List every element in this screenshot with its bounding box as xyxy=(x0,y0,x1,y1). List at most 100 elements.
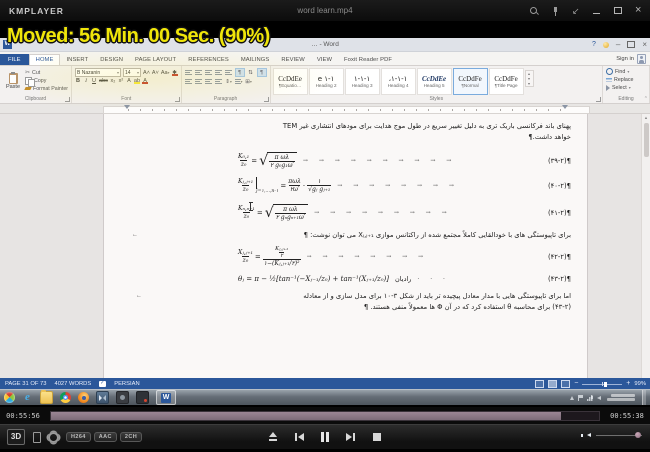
file-explorer-icon xyxy=(40,391,53,404)
scroll-thumb xyxy=(644,123,649,157)
style-normal: CcDdFe ¶Normal xyxy=(453,68,488,95)
word-window: W … - Word ? – × FILE HOME INSERT DESIGN… xyxy=(0,38,650,390)
tab-file: FILE xyxy=(0,54,29,65)
grow-font-icon: A˄ xyxy=(143,70,150,76)
style-heading5: CcDdEe Heading 5 xyxy=(417,68,452,95)
line-spacing-icon: ⇕▾ xyxy=(225,78,233,85)
internet-explorer-icon: e xyxy=(22,392,33,403)
document-canvas: پهنای باند فرکانسی باریک تری به دلیل تغی… xyxy=(0,114,650,378)
desktop-in-video: W … - Word ? – × FILE HOME INSERT DESIGN… xyxy=(0,38,650,405)
paste-button: Paste xyxy=(3,68,23,95)
font-color-button: A xyxy=(142,78,148,84)
indent-marker xyxy=(562,105,568,109)
select-icon xyxy=(606,85,610,91)
equation-43: θⱼ = π − ½[tan⁻¹(−Xⱼ₋₁/z₀) + tan⁻¹(Xⱼ₊₁/… xyxy=(238,275,571,283)
volume-tray-icon xyxy=(597,396,601,400)
system-tray xyxy=(570,390,646,405)
select-button: Select▾ xyxy=(606,84,646,91)
equation-40: Kⱼ,ⱼ₊₁z₀ j=۱,…,n-۱ = πωλ۲ω′ · ۱√gⱼ gⱼ₊₁ … xyxy=(238,177,571,194)
styles-gallery-scroll: ▴▾▾ xyxy=(525,70,534,87)
open-eject-button[interactable] xyxy=(267,431,279,443)
styles-group: CcDdEe ¶Equatio… e ۱-۱ Heading 2 ۱-۱-۱ H… xyxy=(271,66,603,103)
next-button[interactable] xyxy=(345,431,357,443)
tab-insert: INSERT xyxy=(60,55,94,65)
scroll-up-icon: ▲ xyxy=(642,114,650,122)
style-heading4: ،۱-۱-۱ Heading 4 xyxy=(381,68,416,95)
chrome-icon xyxy=(60,392,71,403)
maximize-icon[interactable] xyxy=(613,6,623,16)
align-left-icon xyxy=(205,78,213,85)
tab-design: DESIGN xyxy=(94,55,129,65)
numbering-icon xyxy=(195,69,203,76)
equation-41: Kₙ,ₙ₊₁z₀ = √ π ωλ۲ gₙgₙ₊₁ω′ → → → → → → … xyxy=(238,204,571,221)
document-page: پهنای باند فرکانسی باریک تری به دلیل تغی… xyxy=(103,114,588,378)
search-icon[interactable] xyxy=(529,6,539,16)
user-avatar-icon xyxy=(637,54,646,64)
volume-knob[interactable] xyxy=(635,432,641,438)
volume-slider[interactable] xyxy=(596,435,642,436)
decrease-indent-icon xyxy=(215,69,223,76)
space-marks: · · · xyxy=(417,276,542,283)
previous-button[interactable] xyxy=(293,431,305,443)
hidden-icons-icon xyxy=(570,396,574,400)
paste-icon xyxy=(9,73,18,84)
format-painter-icon xyxy=(24,87,31,90)
borders-icon: ⊞▾ xyxy=(245,78,253,85)
page-indicator: PAGE 31 OF 73 xyxy=(5,381,46,387)
tab-foxit-reader-pdf: Foxit Reader PDF xyxy=(338,55,398,65)
format-painter-button: Format Painter xyxy=(25,85,68,92)
player-titlebar[interactable]: KMPLAYER word learn.mp4 xyxy=(0,0,650,22)
app-icon xyxy=(116,391,129,404)
time-remaining: 00:55:38 xyxy=(604,412,650,420)
font-name-combobox: B Nazanin▾ xyxy=(75,68,121,77)
indent-marker xyxy=(124,105,130,109)
speaker-icon[interactable] xyxy=(587,433,591,437)
paragraph-line: خواهد داشت.¶ xyxy=(118,132,571,143)
tab-page-layout: PAGE LAYOUT xyxy=(129,55,182,65)
time-elapsed: 00:55:56 xyxy=(0,412,46,420)
justify-icon xyxy=(215,78,223,85)
notification-orb-icon xyxy=(603,42,609,48)
resize-icon[interactable] xyxy=(571,6,581,16)
strikethrough-button: abc xyxy=(99,78,108,84)
stop-button[interactable] xyxy=(371,431,383,443)
help-icon: ? xyxy=(592,41,596,48)
taskbar-clock xyxy=(607,394,635,402)
web-layout-icon xyxy=(561,380,570,388)
paragraph-line: (۴۳-۲) برای محاسبه θ استفاده کرد که در آ… xyxy=(118,302,571,313)
multilevel-list-icon xyxy=(205,69,213,76)
text-effects-button: A xyxy=(126,78,132,84)
bold-button: B xyxy=(75,78,81,84)
tab-home: HOME xyxy=(29,54,61,65)
italic-button: I xyxy=(83,78,89,84)
word-taskbar-button-active: W xyxy=(156,390,176,405)
styles-dialog-launcher xyxy=(596,97,601,102)
clipboard-group: Paste ✂ Cut Copy Format Pai xyxy=(0,66,72,103)
clear-formatting-icon: ✱ xyxy=(172,70,178,76)
action-center-icon xyxy=(578,395,583,401)
increase-indent-icon xyxy=(225,69,233,76)
font-group: B Nazanin▾ 14▾ A˄ A˅ Aa▾ ✱ B I U xyxy=(72,66,182,103)
equation-number: (۴۲-۲)¶ xyxy=(548,253,571,261)
read-mode-icon xyxy=(535,380,544,388)
minimize-icon[interactable] xyxy=(592,6,602,16)
zoom-slider xyxy=(582,384,622,385)
tab-references: REFERENCES xyxy=(182,55,235,65)
tab-marks: → → → → → → → → xyxy=(337,182,542,189)
video-surface[interactable]: W … - Word ? – × FILE HOME INSERT DESIGN… xyxy=(0,21,650,405)
pin-icon[interactable] xyxy=(550,6,560,16)
superscript-button: x² xyxy=(118,78,124,84)
show-marks-icon: ¶ xyxy=(257,68,267,77)
text-cursor xyxy=(250,202,251,211)
zoom-in-icon: + xyxy=(626,381,630,387)
subscript-button: x₂ xyxy=(110,78,116,84)
horizontal-ruler xyxy=(0,104,650,114)
close-icon[interactable] xyxy=(634,6,644,16)
word-count: 4027 WORDS xyxy=(54,381,91,387)
paragraph-group: ¶ ⇅ ¶ ⇕▾ ▾ ⊞▾ Paragraph xyxy=(182,66,271,103)
vertical-scrollbar: ▲ xyxy=(641,114,650,378)
tab-review: REVIEW xyxy=(275,55,310,65)
find-icon xyxy=(606,68,613,75)
seek-bar[interactable] xyxy=(50,411,600,421)
pause-button[interactable] xyxy=(319,431,331,443)
